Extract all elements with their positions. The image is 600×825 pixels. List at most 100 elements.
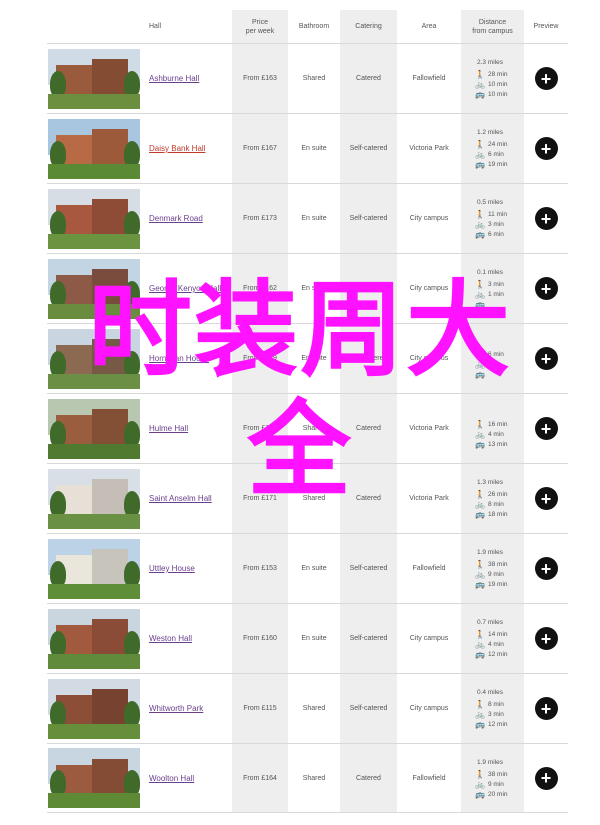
cycle-time: 🚲 1 min (475, 290, 504, 300)
hall-photo[interactable] (48, 188, 140, 249)
preview-cell: + (524, 44, 568, 113)
area-cell: Victoria Park (409, 145, 449, 152)
plus-icon: + (540, 768, 552, 788)
bus-icon: 🚌 (475, 580, 485, 589)
table-row: Uttley House From £153 En suite Self-cat… (47, 533, 568, 603)
walk-time: 🚶 8 min (475, 700, 504, 710)
table-row: Horniman House From £219 En suite Self-c… (47, 323, 568, 393)
hall-link[interactable]: Hulme Hall (149, 424, 188, 433)
hall-photo[interactable] (48, 258, 140, 319)
distance-total: 0.4 miles (477, 689, 504, 696)
preview-cell: + (524, 254, 568, 323)
hall-name-cell: Woolton Hall (147, 744, 232, 812)
hall-photo[interactable] (48, 608, 140, 669)
hall-photo[interactable] (48, 328, 140, 389)
walk-time-value: 14 min (488, 631, 508, 638)
area-cell: Victoria Park (409, 495, 449, 502)
hall-photo-cell (47, 744, 147, 812)
hall-link[interactable]: Daisy Bank Hall (149, 144, 205, 153)
preview-plus-button[interactable]: + (534, 697, 558, 720)
catering-cell: Self-catered (340, 254, 397, 323)
area-cell: Victoria Park (409, 425, 449, 432)
table-header: Hall Price per week Bathroom Catering Are… (47, 10, 568, 43)
bathroom-cell: Shared (302, 774, 326, 782)
hall-link[interactable]: Uttley House (149, 564, 195, 573)
hall-photo-cell (47, 114, 147, 183)
header-price: Price per week (232, 10, 288, 43)
preview-plus-button[interactable]: + (534, 557, 558, 580)
cycle-time: 🚲 4 min (475, 430, 504, 440)
table-row: Daisy Bank Hall From £167 En suite Self-… (47, 113, 568, 183)
distance-cell: 1.2 miles 🚶 24 min 🚲 6 min 🚌 19 min (461, 114, 524, 183)
hall-photo[interactable] (48, 48, 140, 109)
preview-plus-button[interactable]: + (534, 417, 558, 440)
distance-total (475, 338, 477, 348)
hall-link[interactable]: George Kenyon Hall (149, 284, 221, 293)
hall-photo-cell (47, 674, 147, 743)
bus-time-value: 6 min (488, 231, 504, 238)
walking-person-icon: 🚶 (475, 210, 485, 219)
bathroom-cell: Shared (302, 705, 326, 712)
bicycle-icon: 🚲 (475, 290, 485, 299)
price-cell: From £174 (232, 394, 288, 463)
distance-cell: 0.1 miles 🚶 3 min 🚲 1 min 🚌 (461, 254, 524, 323)
preview-plus-button[interactable]: + (534, 487, 558, 510)
bus-time: 🚌 (475, 370, 488, 380)
cycle-time: 🚲 10 min (475, 80, 508, 90)
bus-time-value: 18 min (488, 511, 508, 518)
hall-photo[interactable] (48, 678, 140, 739)
area-cell: City campus (409, 215, 449, 222)
plus-icon: + (540, 278, 552, 299)
preview-plus-button[interactable]: + (534, 627, 558, 650)
preview-plus-button[interactable]: + (534, 766, 558, 790)
bus-time-value: 12 min (488, 651, 508, 658)
bathroom-cell: En suite (301, 635, 327, 642)
plus-icon: + (540, 558, 552, 579)
plus-icon: + (540, 418, 552, 439)
hall-photo[interactable] (48, 748, 140, 808)
preview-cell: + (524, 604, 568, 673)
hall-link[interactable]: Saint Anselm Hall (149, 494, 212, 503)
catering-cell: Catered (340, 394, 397, 463)
area-cell: Fallowfield (412, 774, 446, 782)
header-catering: Catering (340, 10, 397, 43)
hall-link[interactable]: Ashburne Hall (149, 74, 199, 83)
bathroom-cell: En suite (301, 565, 327, 572)
preview-cell: + (524, 394, 568, 463)
bicycle-icon: 🚲 (475, 430, 485, 439)
hall-link[interactable]: Whitworth Park (149, 704, 203, 713)
walk-time: 🚶 14 min (475, 630, 508, 640)
price-cell: From £115 (232, 674, 288, 743)
walk-time-value: 38 min (488, 561, 508, 568)
walk-time: 🚶 38 min (475, 560, 508, 570)
hall-link[interactable]: Denmark Road (149, 214, 203, 223)
hall-photo[interactable] (48, 538, 140, 599)
price-cell: From £163 (232, 44, 288, 113)
hall-photo[interactable] (48, 398, 140, 459)
hall-photo[interactable] (48, 118, 140, 179)
walking-person-icon: 🚶 (475, 280, 485, 289)
cycle-time-value: 10 min (488, 81, 508, 88)
header-area: Area (421, 23, 437, 30)
preview-cell: + (524, 674, 568, 743)
header-price-line2: per week (245, 27, 275, 35)
preview-plus-button[interactable]: + (534, 207, 558, 230)
preview-plus-button[interactable]: + (534, 67, 558, 90)
bus-icon: 🚌 (475, 510, 485, 519)
preview-plus-button[interactable]: + (534, 277, 558, 300)
preview-plus-button[interactable]: + (534, 137, 558, 160)
bicycle-icon: 🚲 (475, 779, 485, 789)
hall-link[interactable]: Weston Hall (149, 634, 192, 643)
preview-cell: + (524, 324, 568, 393)
bus-time-value: 10 min (488, 91, 508, 98)
cycle-time-value: 9 min (488, 780, 504, 788)
hall-link[interactable]: Woolton Hall (149, 774, 194, 783)
header-image (47, 10, 147, 43)
bus-time-value: 13 min (488, 441, 508, 448)
hall-photo[interactable] (48, 468, 140, 529)
plus-icon: + (540, 68, 552, 89)
preview-plus-button[interactable]: + (534, 347, 558, 370)
hall-link[interactable]: Horniman House (149, 354, 209, 363)
walking-person-icon: 🚶 (475, 350, 485, 359)
walk-time: 🚶 11 min (475, 210, 507, 220)
